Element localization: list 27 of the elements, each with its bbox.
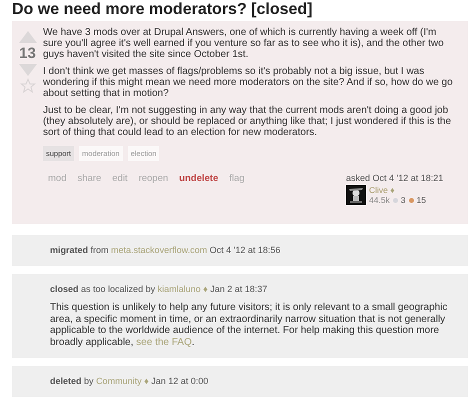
question-paragraph: I don't think we get masses of flags/problems so it's probably not a big issue, but I was wondering if this might mean we need more moderators on the site? And if so, how do we go about setting that in motion? xyxy=(43,66,454,99)
reputation: 44.5k xyxy=(369,195,390,205)
notice-link[interactable]: Community xyxy=(96,376,142,386)
action-link[interactable]: undelete xyxy=(179,173,218,205)
action-link[interactable]: mod xyxy=(48,173,66,205)
action-link[interactable]: reopen xyxy=(138,173,168,205)
notice-line: migrated from meta.stackoverflow.com Oct 4 '12 at 18:56 xyxy=(50,245,282,256)
notice-line: deleted by Community ♦ Jan 12 at 0:00 xyxy=(50,376,210,387)
notice-text: This question is unlikely to help any future visitors; it is only relevant to a small geographic area, a specific moment in time, or an extraordinarily narrow situation that is not generally applicable to the worldwide audience of the internet. For help making this question more broadly applicable, see the FAQ. xyxy=(50,302,448,348)
star-icon[interactable] xyxy=(20,78,36,94)
user-name[interactable]: Clive ♦ xyxy=(369,185,426,195)
badge-count: 3 xyxy=(400,195,406,205)
notice-link[interactable]: kiamlaluno xyxy=(158,284,201,294)
notice-link[interactable]: meta.stackoverflow.com xyxy=(111,245,208,255)
action-link[interactable]: flag xyxy=(229,173,245,205)
question-paragraph: We have 3 mods over at Drupal Answers, one of which is currently having a week off (I'm sure you'll agree it's well earned if you venture so far as to see who it is), and the other two guys haven't visited the site since October 1st. xyxy=(43,27,445,60)
faq-link[interactable]: see the FAQ xyxy=(136,336,192,348)
upvote-icon[interactable] xyxy=(18,31,36,43)
notice-line: closed as too localized by kiamlaluno ♦ Jan 2 at 18:37 xyxy=(50,284,268,295)
question-paragraph: Just to be clear, I'm not suggesting in any way that the current mods aren't doing a good job (they absolutely are), or should be replaced or anything like that; I just wondered if this is the sort of thing that could lead to an election for new moderators. xyxy=(43,105,452,138)
action-link[interactable]: share xyxy=(77,173,102,205)
downvote-icon[interactable] xyxy=(18,64,36,76)
question-title: Do we need more moderators? [closed] xyxy=(12,0,314,20)
action-link[interactable]: edit xyxy=(112,173,128,205)
badge-count: 15 xyxy=(416,195,426,205)
asked-date: asked Oct 4 '12 at 18:21 xyxy=(346,173,444,183)
vote-count: 13 xyxy=(19,45,36,62)
